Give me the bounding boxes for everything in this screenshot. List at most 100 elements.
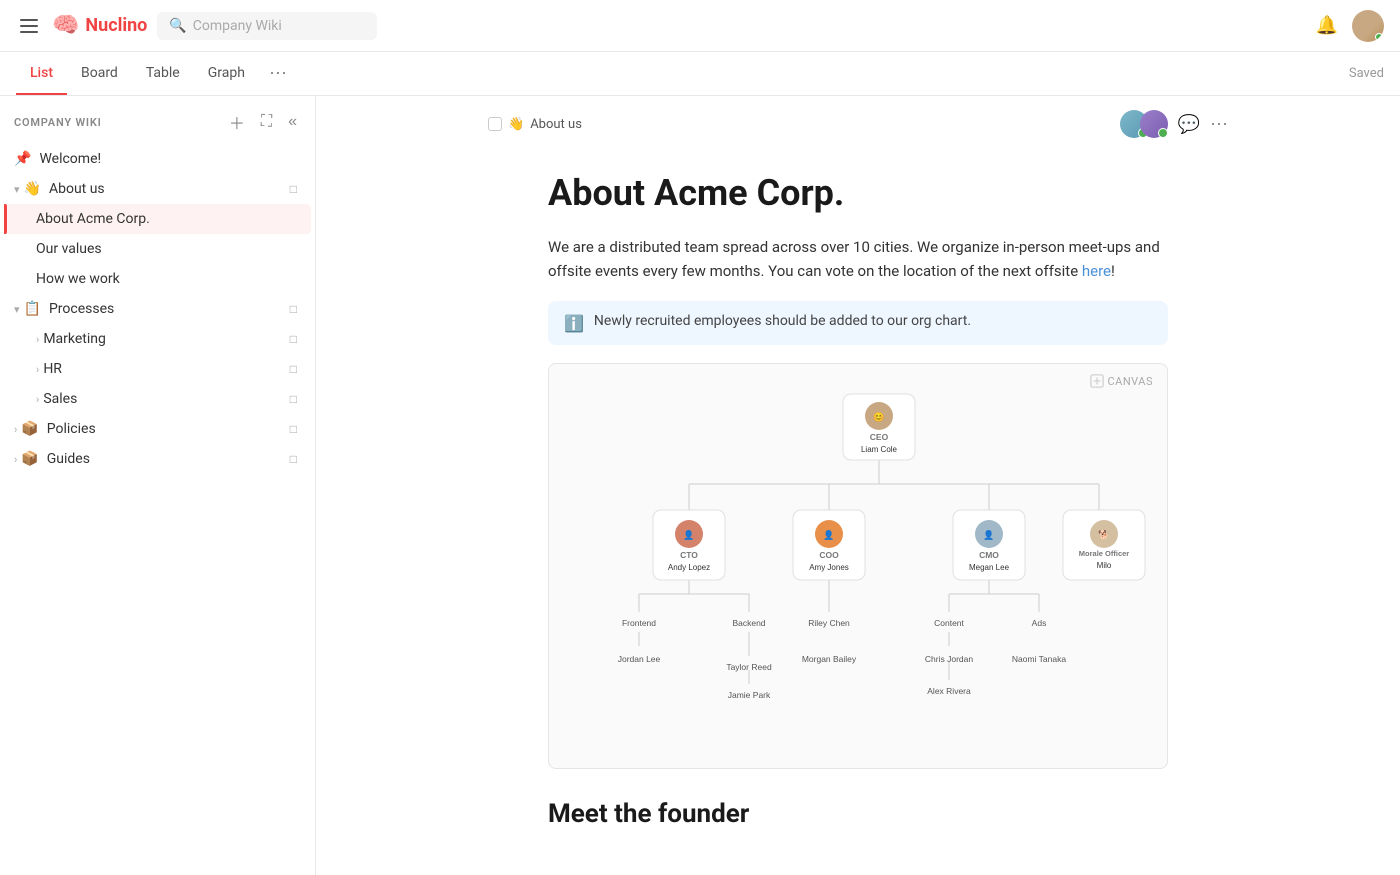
sidebar-collapse-button[interactable]: « xyxy=(284,108,301,136)
svg-text:Amy Jones: Amy Jones xyxy=(809,563,849,572)
sidebar-item-our-values[interactable]: Our values xyxy=(4,234,311,264)
user-avatar[interactable] xyxy=(1352,10,1384,42)
sidebar-item-how-we-work[interactable]: How we work xyxy=(4,264,311,294)
search-bar[interactable]: 🔍 Company Wiki xyxy=(157,12,377,40)
sidebar-item-guides-label: Guides xyxy=(47,451,290,467)
sidebar-item-hww-label: How we work xyxy=(36,271,297,287)
svg-text:Megan Lee: Megan Lee xyxy=(969,563,1010,572)
info-icon: ℹ️ xyxy=(564,314,584,333)
info-box: ℹ️ Newly recruited employees should be a… xyxy=(548,301,1168,345)
box-icon: 📦 xyxy=(21,421,38,437)
svg-text:👤: 👤 xyxy=(823,529,834,540)
sidebar: COMPANY WIKI ＋ ⛶ « 📌 Welcome! ▾ 👋 About … xyxy=(0,96,316,875)
sidebar-item-marketing[interactable]: › Marketing □ xyxy=(4,324,311,354)
book-icon: 📦 xyxy=(21,451,38,467)
chevron-down-icon: ▾ xyxy=(14,183,20,196)
sidebar-item-policies[interactable]: › 📦 Policies □ xyxy=(4,414,311,444)
search-icon: 🔍 xyxy=(169,18,186,34)
sidebar-actions: ＋ ⛶ « xyxy=(225,108,301,136)
chevron-right-icon3: › xyxy=(36,393,39,406)
content-area: 👋 About us 💬 ⋯ About Acme Corp. We are a… xyxy=(316,96,1400,875)
breadcrumb-text: About us xyxy=(530,117,582,132)
sidebar-item-sales[interactable]: › Sales □ xyxy=(4,384,311,414)
sidebar-item-marketing-label: Marketing xyxy=(43,331,289,347)
svg-text:CMO: CMO xyxy=(979,550,999,560)
svg-text:COO: COO xyxy=(819,550,839,560)
sidebar-marketing-check: □ xyxy=(290,332,297,346)
sidebar-header: COMPANY WIKI ＋ ⛶ « xyxy=(0,96,315,144)
main-area: COMPANY WIKI ＋ ⛶ « 📌 Welcome! ▾ 👋 About … xyxy=(0,96,1400,875)
svg-text:Morale Officer: Morale Officer xyxy=(1079,549,1130,558)
notification-bell-icon[interactable]: 🔔 xyxy=(1316,15,1338,36)
canvas-container: CANVAS xyxy=(548,363,1168,769)
sidebar-title: COMPANY WIKI xyxy=(14,116,102,129)
org-chart: 😊 CEO Liam Cole 👤 CTO Andy Lopez 👤 xyxy=(549,364,1167,768)
active-indicator xyxy=(4,204,7,234)
here-link[interactable]: here xyxy=(1082,262,1111,280)
svg-text:Ads: Ads xyxy=(1032,618,1047,628)
sidebar-item-values-label: Our values xyxy=(36,241,297,257)
sidebar-item-welcome[interactable]: 📌 Welcome! xyxy=(4,144,311,174)
svg-text:Liam Cole: Liam Cole xyxy=(861,445,898,454)
canvas-label: CANVAS xyxy=(1090,374,1154,388)
svg-text:Naomi Tanaka: Naomi Tanaka xyxy=(1012,654,1066,664)
collaborator-avatar-2 xyxy=(1140,110,1168,138)
svg-text:CEO: CEO xyxy=(870,432,889,442)
body-text-2: ! xyxy=(1111,262,1115,280)
page-title: About Acme Corp. xyxy=(548,172,1168,215)
online-status-dot xyxy=(1375,33,1383,41)
sidebar-policies-check: □ xyxy=(290,422,297,436)
breadcrumb-checkbox[interactable] xyxy=(488,117,502,131)
svg-text:Backend: Backend xyxy=(732,618,765,628)
svg-text:🐕: 🐕 xyxy=(1098,529,1109,540)
hamburger-menu[interactable] xyxy=(16,15,42,37)
pin-icon: 📌 xyxy=(14,151,31,167)
chevron-down-icon2: ▾ xyxy=(14,303,20,316)
svg-text:Alex Rivera: Alex Rivera xyxy=(927,686,971,696)
tab-list[interactable]: List xyxy=(16,52,67,95)
chevron-right-icon2: › xyxy=(36,363,39,376)
breadcrumb: 👋 About us xyxy=(488,117,582,132)
body-text-1: We are a distributed team spread across … xyxy=(548,238,1160,280)
page-body: We are a distributed team spread across … xyxy=(548,235,1168,283)
sidebar-add-button[interactable]: ＋ xyxy=(225,108,249,136)
page-content: About Acme Corp. We are a distributed te… xyxy=(488,138,1228,869)
sidebar-item-guides[interactable]: › 📦 Guides □ xyxy=(4,444,311,474)
svg-text:👤: 👤 xyxy=(683,529,694,540)
chat-icon[interactable]: 💬 xyxy=(1178,114,1200,135)
svg-text:Morgan Bailey: Morgan Bailey xyxy=(802,654,857,664)
svg-text:Andy Lopez: Andy Lopez xyxy=(668,563,710,572)
sidebar-guides-check: □ xyxy=(290,452,297,466)
svg-text:Jordan Lee: Jordan Lee xyxy=(618,654,661,664)
breadcrumb-icon: 👋 xyxy=(508,117,524,132)
chevron-right-icon4: › xyxy=(14,423,17,436)
sidebar-item-about-acme[interactable]: About Acme Corp. xyxy=(4,204,311,234)
tab-board[interactable]: Board xyxy=(67,52,132,95)
search-placeholder: Company Wiki xyxy=(193,18,282,34)
more-options-icon[interactable]: ⋯ xyxy=(1210,114,1228,135)
sidebar-item-about-us-label: About us xyxy=(49,181,290,197)
sidebar-item-acme-label: About Acme Corp. xyxy=(36,211,297,227)
chevron-right-icon: › xyxy=(36,333,39,346)
app-name: Nuclino xyxy=(85,15,147,36)
topbar: 🧠 Nuclino 🔍 Company Wiki 🔔 xyxy=(0,0,1400,52)
sidebar-item-hr[interactable]: › HR □ xyxy=(4,354,311,384)
sidebar-item-policies-label: Policies xyxy=(47,421,290,437)
sidebar-expand-button[interactable]: ⛶ xyxy=(257,108,276,136)
chevron-right-icon5: › xyxy=(14,453,17,466)
sidebar-item-about-us[interactable]: ▾ 👋 About us □ xyxy=(4,174,311,204)
sidebar-item-processes-label: Processes xyxy=(49,301,290,317)
tab-bar: List Board Table Graph ⋯ Saved xyxy=(0,52,1400,96)
svg-text:Riley Chen: Riley Chen xyxy=(808,618,850,628)
topbar-right: 🔔 xyxy=(1316,10,1384,42)
topbar-left: 🧠 Nuclino 🔍 Company Wiki xyxy=(16,12,377,40)
sidebar-sales-check: □ xyxy=(290,392,297,406)
svg-text:CTO: CTO xyxy=(680,550,698,560)
tab-table[interactable]: Table xyxy=(132,52,194,95)
tab-more-button[interactable]: ⋯ xyxy=(263,63,293,84)
sidebar-item-check: □ xyxy=(290,182,297,196)
sidebar-item-processes[interactable]: ▾ 📋 Processes □ xyxy=(4,294,311,324)
app-logo[interactable]: 🧠 Nuclino xyxy=(52,13,147,38)
svg-text:Milo: Milo xyxy=(1097,561,1112,570)
tab-graph[interactable]: Graph xyxy=(194,52,259,95)
